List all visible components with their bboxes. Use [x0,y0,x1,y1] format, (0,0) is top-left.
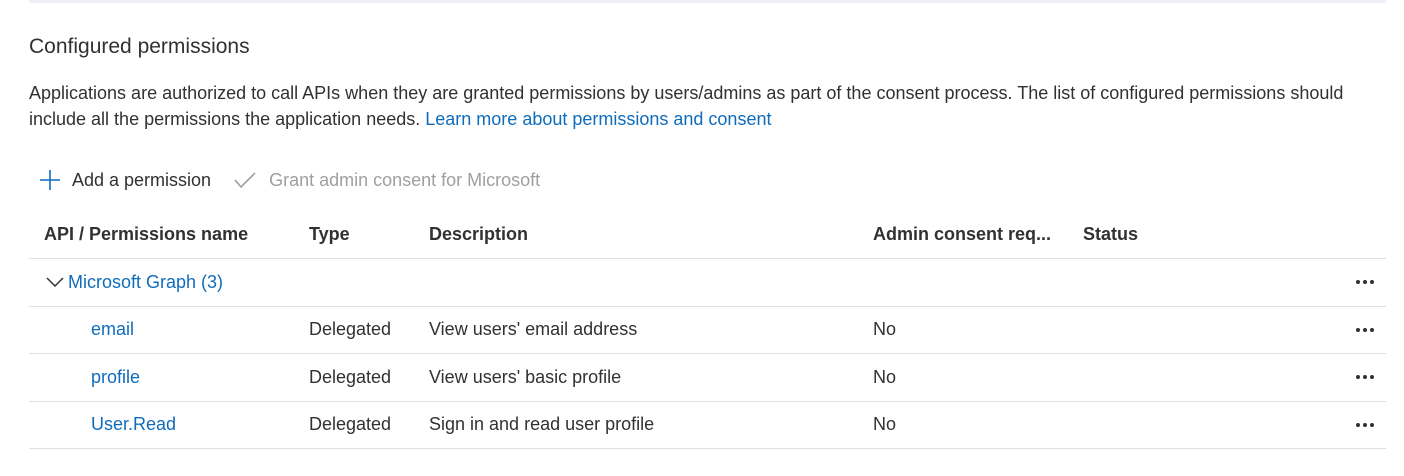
plus-icon [40,170,60,190]
column-header-status[interactable]: Status [1083,211,1138,258]
grant-admin-consent-button[interactable]: Grant admin consent for Microsoft [233,170,540,191]
column-header-description[interactable]: Description [429,211,528,258]
permission-name-link[interactable]: User.Read [91,414,176,435]
column-header-admin-consent[interactable]: Admin consent req... [873,211,1051,258]
permissions-table: API / Permissions name Type Description … [29,211,1386,449]
more-options-icon[interactable] [1356,307,1374,354]
admin-consent-required: No [873,366,897,387]
permission-name-link[interactable]: profile [91,367,140,388]
section-description: Applications are authorized to call APIs… [29,80,1389,132]
more-options-icon[interactable] [1356,354,1374,401]
table-row: User.Read Delegated Sign in and read use… [29,402,1386,449]
admin-consent-required: No [873,319,897,340]
column-header-type[interactable]: Type [309,211,350,258]
more-options-icon[interactable] [1356,259,1374,306]
table-header: API / Permissions name Type Description … [29,211,1386,259]
group-row-microsoft-graph: Microsoft Graph (3) [29,259,1386,307]
column-header-name[interactable]: API / Permissions name [44,211,248,258]
permission-name-link[interactable]: email [91,319,134,340]
permission-type: Delegated [309,366,392,387]
permission-type: Delegated [309,319,392,340]
permission-description: Sign in and read user profile [429,414,655,435]
permission-description: View users' basic profile [429,366,622,387]
top-divider [29,0,1386,3]
add-permission-button[interactable]: Add a permission [38,168,211,192]
more-options-icon[interactable] [1356,402,1374,449]
add-permission-label: Add a permission [72,169,212,190]
grant-admin-consent-label: Grant admin consent for Microsoft [269,169,541,190]
learn-more-link[interactable]: Learn more about permissions and consent [425,109,771,129]
page-title: Configured permissions [29,35,250,58]
admin-consent-required: No [873,414,897,435]
checkmark-icon [234,172,256,189]
table-row: profile Delegated View users' basic prof… [29,354,1386,402]
command-bar: Add a permission Grant admin consent for… [38,164,540,196]
permission-type: Delegated [309,414,392,435]
permission-description: View users' email address [429,319,638,340]
table-row: email Delegated View users' email addres… [29,307,1386,354]
chevron-down-icon[interactable] [45,275,65,289]
group-header: Microsoft Graph (3) [45,259,223,306]
group-label-microsoft-graph[interactable]: Microsoft Graph (3) [68,272,223,293]
